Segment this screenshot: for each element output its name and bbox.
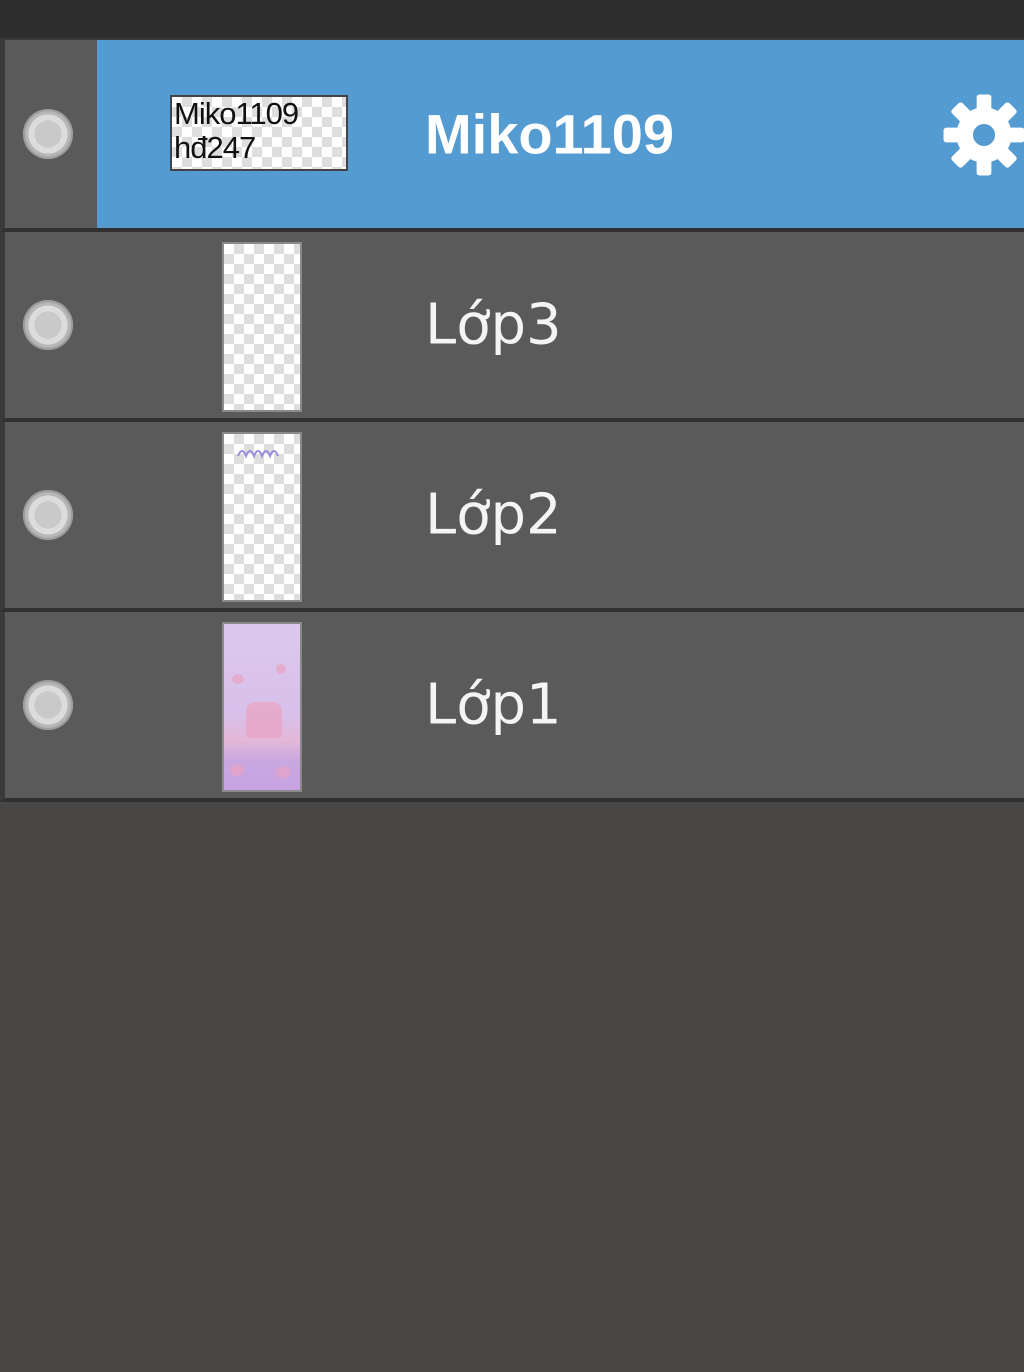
layer-row-miko1109[interactable]: Miko1109 hđ247 Miko1109 <box>0 38 1024 232</box>
thumbnail-doodle-icon <box>237 450 279 459</box>
layer-name[interactable]: Lớp2 <box>425 483 562 548</box>
layer-thumbnail[interactable]: Miko1109 hđ247 <box>170 95 348 171</box>
layer-thumbnail[interactable] <box>222 242 302 412</box>
layer-name[interactable]: Miko1109 <box>425 102 674 167</box>
layer-row-lop1[interactable]: Lớp1 <box>0 612 1024 802</box>
visibility-column <box>5 40 97 228</box>
visibility-toggle-icon[interactable] <box>23 680 73 730</box>
layer-name[interactable]: Lớp3 <box>425 293 562 358</box>
empty-panel-area <box>0 816 1024 1372</box>
thumbnail-art-detail <box>276 664 286 674</box>
thumbnail-cake-icon <box>246 702 282 738</box>
thumbnail-art-detail <box>230 764 244 776</box>
layer-row-lop2[interactable]: Lớp2 <box>0 422 1024 612</box>
visibility-toggle-icon[interactable] <box>23 109 73 159</box>
visibility-column <box>5 232 97 418</box>
layer-name[interactable]: Lớp1 <box>425 673 562 738</box>
panel-top-bar <box>0 0 1024 38</box>
thumbnail-text: Miko1109 hđ247 <box>174 96 299 165</box>
gear-icon[interactable] <box>938 89 1024 181</box>
thumbnail-art-detail <box>276 766 290 778</box>
visibility-column <box>5 422 97 608</box>
layer-row-lop3[interactable]: Lớp3 <box>0 232 1024 422</box>
layers-panel: Miko1109 hđ247 Miko1109 Lớp3 Lớp2 Lớp1 <box>0 38 1024 802</box>
visibility-toggle-icon[interactable] <box>23 300 73 350</box>
layer-thumbnail[interactable] <box>222 622 302 792</box>
visibility-column <box>5 612 97 798</box>
thumbnail-art-detail <box>232 674 244 684</box>
layer-thumbnail[interactable] <box>222 432 302 602</box>
visibility-toggle-icon[interactable] <box>23 490 73 540</box>
